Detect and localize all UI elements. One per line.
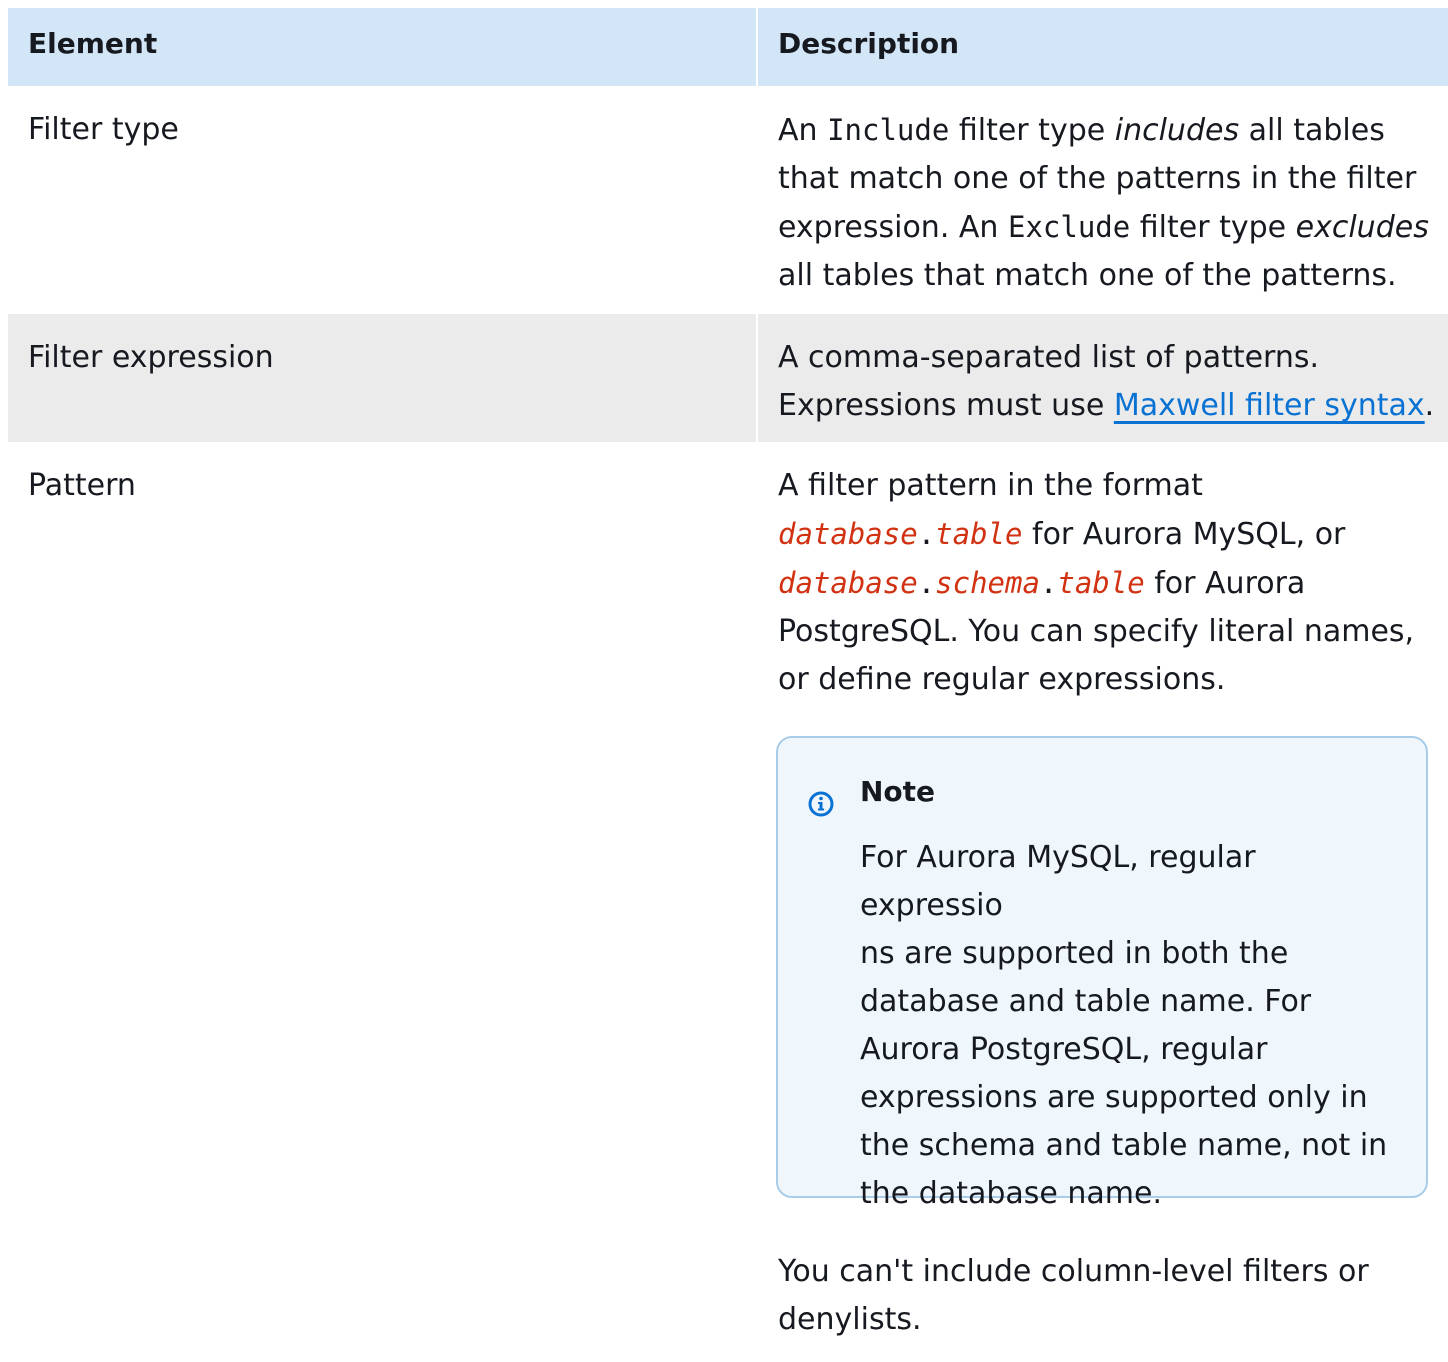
exclude-code: Exclude (1007, 210, 1131, 244)
var-database: database (778, 517, 918, 551)
row-element-filter-type: Filter type (28, 112, 179, 147)
table-row: Pattern A filter pattern in the format d… (8, 442, 1448, 1362)
row-element-pattern: Pattern (28, 468, 136, 503)
desc-text: filter type (958, 113, 1106, 148)
note-line: For Aurora MySQL, regular expressio (860, 840, 1256, 923)
table-row: Filter type An Include filter type inclu… (8, 86, 1448, 314)
header-description: Description (778, 27, 960, 60)
dot-separator: . (917, 566, 936, 600)
maxwell-filter-syntax-link[interactable]: Maxwell filter syntax (1114, 388, 1425, 423)
row-description-filter-expression: A comma-separated list of patterns. Expr… (758, 314, 1448, 442)
row-description-filter-type: An Include filter type includes all tabl… (758, 86, 1448, 314)
desc-text: filter type (1139, 210, 1287, 245)
var-table: table (935, 517, 1023, 551)
column-filter-restriction-text: You can't include column-level filters o… (778, 1254, 1369, 1337)
row-element-filter-expression: Filter expression (8, 314, 758, 442)
note-callout: Note For Aurora MySQL, regular expressio… (776, 736, 1428, 1211)
table-header-row: Element Description (8, 8, 1448, 86)
desc-text: An (778, 113, 818, 148)
table-row: Filter expression A comma-separated list… (8, 314, 1448, 442)
includes-emphasis: includes (1114, 113, 1240, 148)
desc-period: . (1424, 388, 1435, 423)
note-body: For Aurora MySQL, regular expressio ns a… (860, 834, 1400, 1218)
note-line: the database name. (860, 1176, 1163, 1211)
excludes-emphasis: excludes (1295, 210, 1429, 245)
pattern-description: A filter pattern in the format database.… (778, 462, 1436, 704)
desc-text: A filter pattern in the format (778, 468, 1203, 503)
note-title: Note (860, 775, 936, 808)
var-database: database (778, 566, 918, 600)
dot-separator: . (917, 517, 936, 551)
var-schema: schema (935, 566, 1040, 600)
note-line: ns are supported in both the (860, 936, 1289, 971)
header-element: Element (8, 8, 758, 86)
info-icon (808, 784, 834, 817)
dot-separator: . (1039, 566, 1058, 600)
var-table: table (1057, 566, 1145, 600)
note-line: the schema and table name, not in (860, 1128, 1388, 1163)
element-description-table: Element Description Filter type An Inclu… (8, 8, 1448, 1362)
note-line: expressions are supported only in (860, 1080, 1368, 1115)
row-description-pattern: A filter pattern in the format database.… (758, 442, 1448, 1362)
note-line: Aurora PostgreSQL, regular (860, 1032, 1268, 1067)
desc-text: for Aurora MySQL, or (1032, 517, 1346, 552)
desc-text: all tables that match one of the pattern… (778, 258, 1397, 293)
include-code: Include (827, 113, 950, 147)
note-line: database and table name. For (860, 984, 1312, 1019)
